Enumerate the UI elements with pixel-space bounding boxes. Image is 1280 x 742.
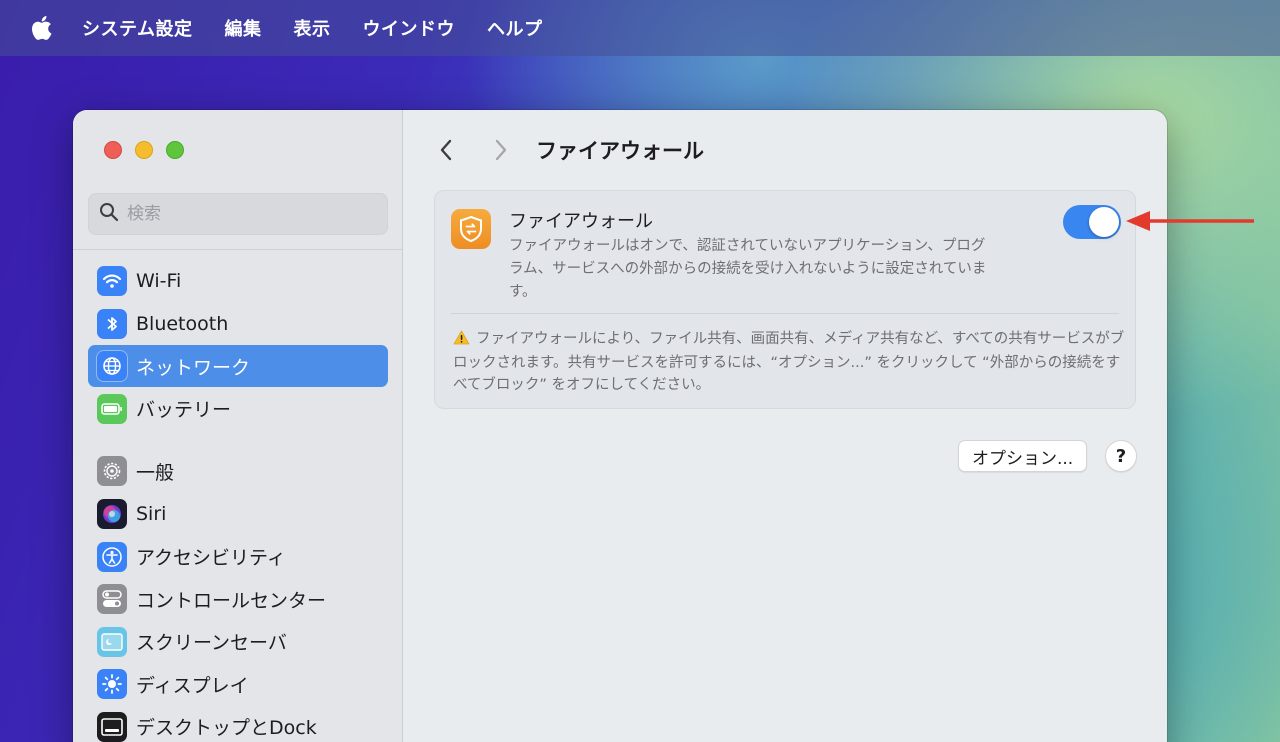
firewall-description: ファイアウォールはオンで、認証されていないアプリケーション、プログラム、サービス… (509, 238, 987, 300)
sidebar-item-siri[interactable]: Siri (88, 493, 388, 535)
sidebar-item-label: Wi-Fi (136, 270, 182, 292)
siri-icon (97, 498, 127, 529)
search-icon (99, 202, 119, 226)
toolbar: ファイアウォール (404, 130, 704, 170)
sidebar-item-label: コントロールセンター (136, 589, 327, 612)
sidebar-item-screensaver[interactable]: スクリーンセーバ (88, 621, 388, 663)
content-pane: ファイアウォール ファイアウォール ファイアウォールはオンで、認証されていないア… (404, 110, 1167, 742)
firewall-warning: ファイアウォールにより、ファイル共有、画面共有、メディア共有など、すべての共有サ… (453, 328, 1125, 396)
sidebar-item-battery[interactable]: バッテリー (88, 388, 388, 430)
menu-bar: システム設定 編集 表示 ウインドウ ヘルプ (0, 0, 1280, 56)
wifi-icon (97, 266, 127, 296)
sidebar-item-label: Siri (136, 502, 167, 525)
apple-menu-icon[interactable] (30, 15, 52, 41)
sidebar-item-label: アクセシビリティ (136, 547, 286, 570)
options-button[interactable]: オプション... (958, 440, 1088, 472)
sidebar-list: Wi-Fi Bluetooth ネットワーク バッテリー 一般 Siri アクセ… (88, 260, 388, 742)
warning-text: ファイアウォールにより、ファイル共有、画面共有、メディア共有など、すべての共有サ… (453, 331, 1125, 393)
battery-icon (97, 393, 127, 424)
accessibility-icon (97, 541, 127, 572)
close-window-button[interactable] (104, 141, 122, 159)
sidebar: Wi-Fi Bluetooth ネットワーク バッテリー (73, 110, 403, 742)
search-field[interactable] (88, 193, 388, 235)
firewall-toggle[interactable] (1063, 205, 1121, 239)
sidebar-item-label: Bluetooth (136, 312, 229, 335)
dock-icon (97, 711, 127, 742)
back-button[interactable] (426, 130, 466, 170)
search-input[interactable] (127, 204, 377, 224)
firewall-icon (451, 209, 491, 249)
menu-view[interactable]: 表示 (293, 15, 330, 41)
chevron-right-icon (495, 139, 507, 161)
sidebar-item-label: デスクトップとDock (136, 717, 317, 740)
sidebar-divider (73, 249, 403, 250)
settings-window: Wi-Fi Bluetooth ネットワーク バッテリー (73, 110, 1167, 742)
window-controls (104, 141, 184, 159)
sidebar-item-general[interactable]: 一般 (88, 450, 388, 492)
sidebar-item-label: スクリーンセーバ (136, 632, 287, 655)
warning-icon (453, 330, 470, 352)
sidebar-item-label: 一般 (136, 461, 175, 484)
sidebar-item-displays[interactable]: ディスプレイ (88, 663, 388, 705)
sidebar-item-network[interactable]: ネットワーク (88, 345, 388, 388)
firewall-panel: ファイアウォール ファイアウォールはオンで、認証されていないアプリケーション、プ… (434, 190, 1136, 409)
sidebar-item-bluetooth[interactable]: Bluetooth (88, 303, 388, 345)
sidebar-item-label: ネットワーク (136, 356, 251, 379)
toggle-knob (1089, 207, 1119, 237)
screensaver-icon (97, 626, 127, 657)
menu-edit[interactable]: 編集 (224, 15, 261, 41)
minimize-window-button[interactable] (135, 141, 153, 159)
annotation-arrow-icon (1126, 211, 1254, 231)
page-title: ファイアウォール (536, 139, 704, 163)
panel-divider (451, 313, 1119, 314)
menu-help[interactable]: ヘルプ (487, 15, 543, 41)
firewall-title: ファイアウォール (509, 211, 653, 232)
help-button[interactable]: ? (1105, 440, 1137, 472)
globe-icon (97, 351, 127, 382)
display-icon (97, 669, 127, 700)
sidebar-item-wifi[interactable]: Wi-Fi (88, 260, 388, 302)
gear-icon (97, 456, 127, 487)
zoom-window-button[interactable] (166, 141, 184, 159)
menu-app-name[interactable]: システム設定 (82, 15, 192, 41)
chevron-left-icon (440, 139, 452, 161)
sidebar-item-desktop-dock[interactable]: デスクトップとDock (88, 706, 388, 742)
forward-button[interactable] (481, 130, 521, 170)
sidebar-item-label: ディスプレイ (136, 674, 249, 697)
bluetooth-icon (97, 308, 127, 339)
sidebar-item-control-center[interactable]: コントロールセンター (88, 578, 388, 620)
sidebar-item-accessibility[interactable]: アクセシビリティ (88, 536, 388, 578)
menu-window[interactable]: ウインドウ (362, 15, 455, 41)
sidebar-item-label: バッテリー (136, 399, 232, 422)
control-center-icon (97, 584, 127, 615)
